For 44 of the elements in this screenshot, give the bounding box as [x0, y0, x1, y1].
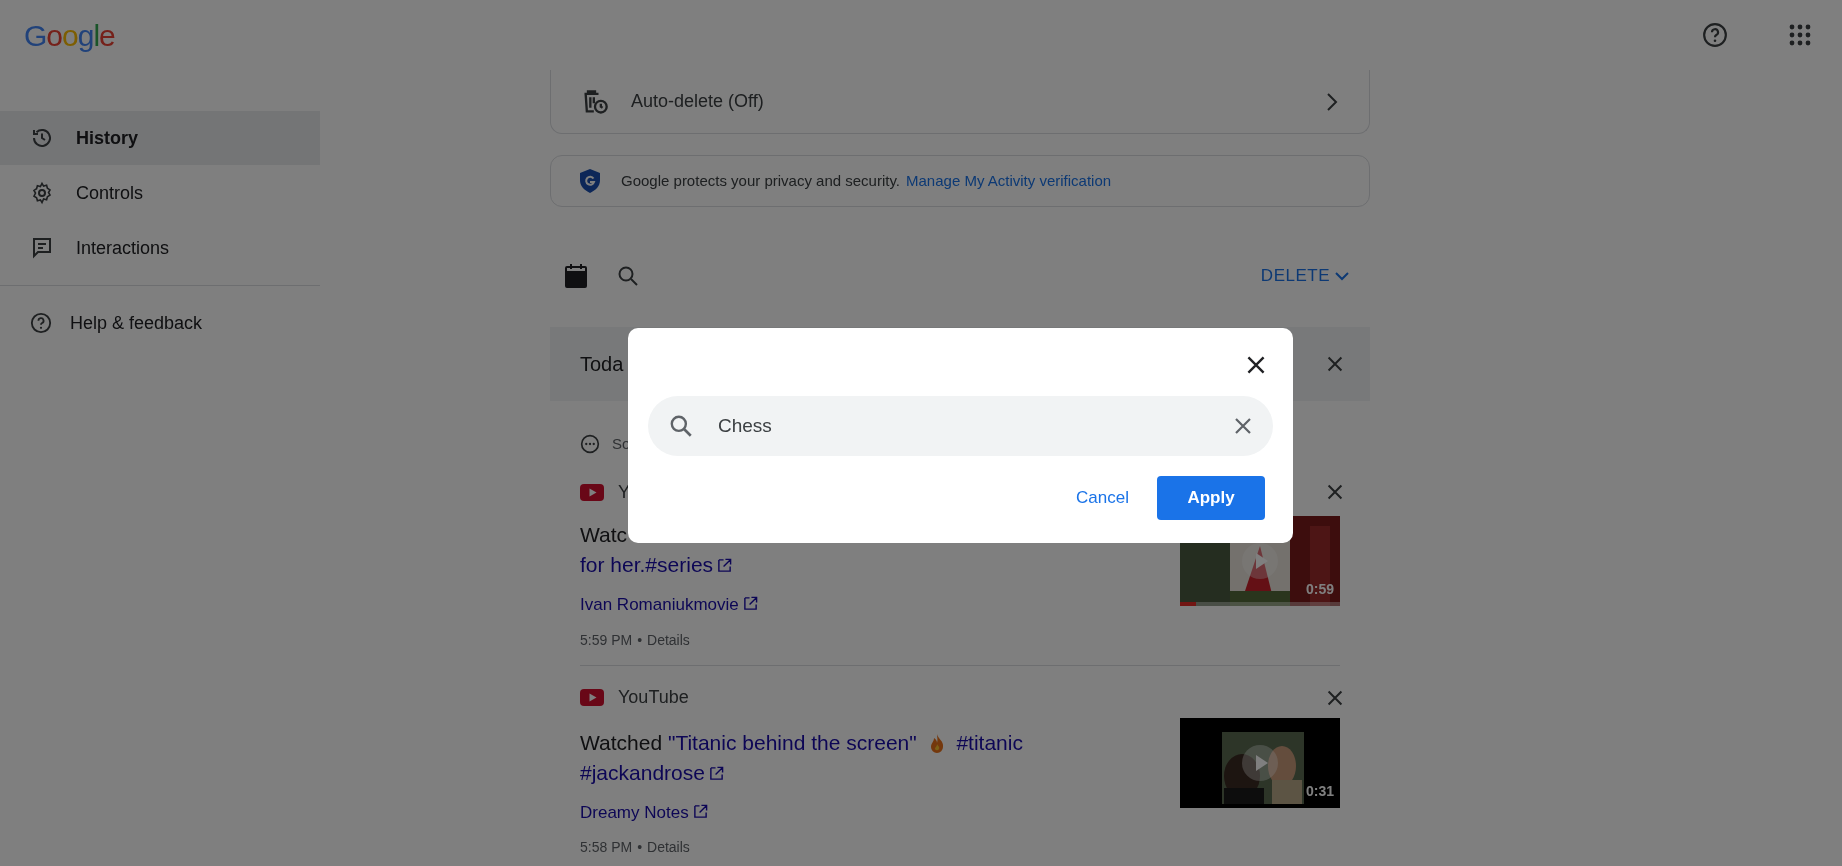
activity-title: Watched "Titanic behind the screen" #titanic #jackandrose [580, 729, 1024, 786]
more-circle-icon [580, 434, 600, 454]
date-heading: Toda [580, 352, 624, 377]
search-field[interactable]: Chess [648, 396, 1273, 456]
caret-icon [1334, 270, 1350, 282]
shield-icon [579, 168, 601, 194]
delete-button[interactable]: DELETE [1254, 262, 1356, 290]
help-icon[interactable] [1702, 22, 1728, 48]
auto-delete-card[interactable]: Auto-delete (Off) [550, 70, 1370, 134]
google-logo[interactable]: Google [24, 12, 115, 58]
separator-dot: • [637, 838, 643, 857]
cancel-button[interactable]: Cancel [1064, 477, 1141, 519]
activity-time: 5:58 PM [580, 838, 633, 857]
external-link-icon [717, 558, 733, 573]
external-link-icon [742, 596, 758, 611]
channel-link[interactable]: Ivan Romaniukmovie [580, 592, 758, 618]
source-name: YouTube [618, 686, 689, 709]
privacy-notice: Google protects your privacy and security. [621, 171, 901, 189]
youtube-icon [580, 483, 604, 501]
youtube-icon [580, 689, 604, 706]
help-feedback-link[interactable]: Help & feedback [0, 296, 320, 350]
video-duration: 0:31 [1305, 781, 1334, 801]
chevron-right-icon [1325, 90, 1339, 113]
apply-button[interactable]: Apply [1157, 476, 1265, 520]
calendar-icon[interactable] [564, 263, 588, 289]
sidebar-item[interactable]: Controls [0, 166, 320, 220]
sidebar-item[interactable]: History [0, 111, 320, 165]
separator-dot: • [637, 630, 643, 650]
chat-icon [30, 236, 54, 260]
verification-link[interactable]: Manage My Activity verification [906, 171, 1112, 189]
gear-icon [30, 181, 54, 205]
details-link[interactable]: Details [647, 837, 690, 858]
sidebar-item[interactable]: Interactions [0, 221, 320, 275]
channel-link[interactable]: Dreamy Notes [580, 799, 708, 825]
help-icon [30, 312, 52, 334]
activity-time: 5:59 PM [580, 630, 633, 650]
external-link-icon [708, 765, 724, 781]
external-link-icon [692, 803, 708, 819]
search-icon [668, 413, 694, 439]
details-link[interactable]: Details [647, 629, 690, 651]
apps-grid-icon[interactable] [1788, 23, 1812, 47]
search-icon[interactable] [616, 264, 640, 288]
video-duration: 0:59 [1305, 580, 1334, 599]
history-icon [30, 126, 54, 150]
